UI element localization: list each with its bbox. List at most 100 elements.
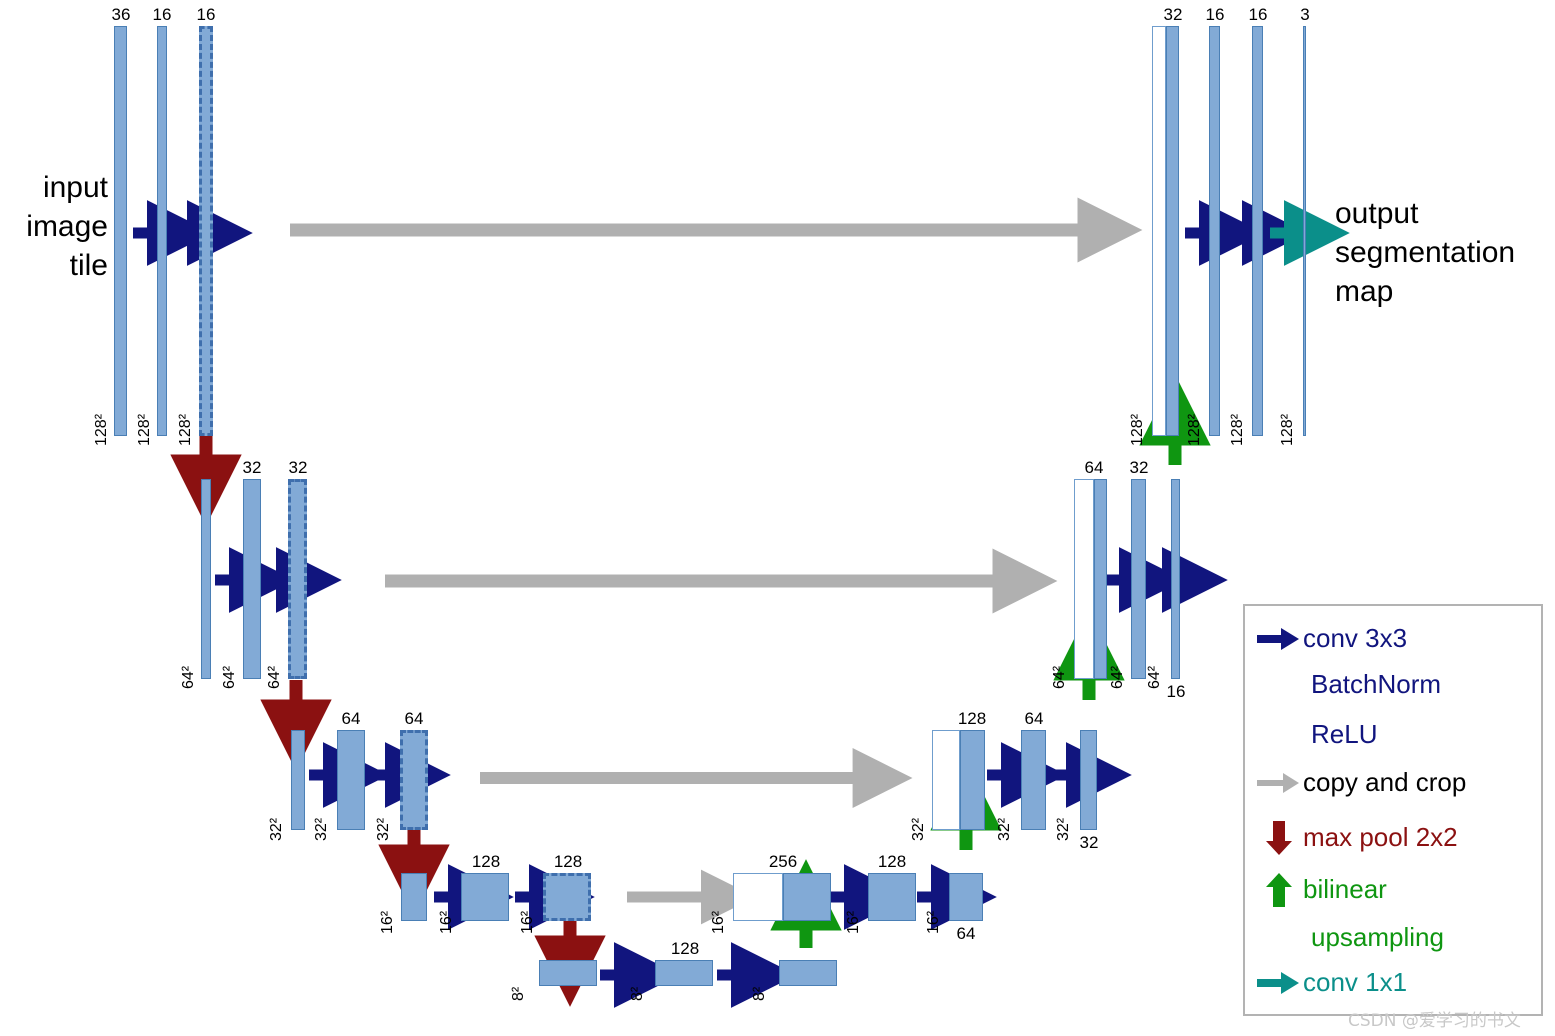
block-bot8-a-resolution: 8²: [510, 986, 527, 1001]
block-enc16-b-resolution: 16²: [438, 910, 455, 934]
legend-label-maxpool: max pool 2x2: [1303, 822, 1458, 853]
block-enc128-a-channels: 36: [111, 5, 131, 24]
block-dec128-b-resolution: 128²: [1186, 413, 1203, 446]
block-dec128-b-channels: 16: [1205, 5, 1225, 24]
block-enc64-b-resolution: 64²: [221, 665, 238, 689]
maxpool-arrow-icon: [1253, 821, 1303, 855]
legend-item-maxpool: max pool 2x2: [1253, 821, 1458, 855]
legend-panel: conv 3x3 BatchNorm ReLU copy and crop ma…: [1243, 604, 1543, 1016]
input-label-line1: input: [42, 171, 108, 204]
conv-arrow-icon: [1253, 622, 1303, 656]
output-segmentation-map-label: output segmentation map: [1335, 194, 1515, 311]
legend-item-conv1x1: conv 1x1: [1253, 966, 1407, 1000]
block-dec16-a-resolution: 16²: [710, 910, 727, 934]
block-enc16-c: [543, 873, 591, 921]
block-dec32-a-channels: 128: [957, 709, 987, 728]
block-enc32-a-resolution: 32²: [268, 817, 285, 841]
block-enc32-c-resolution: 32²: [375, 817, 392, 841]
block-enc64-a: [201, 479, 211, 679]
block-dec32-b: [1021, 730, 1046, 830]
block-dec128-b: [1209, 26, 1220, 436]
block-enc64-c-channels: 32: [288, 458, 308, 477]
block-enc32-b-channels: 64: [341, 709, 361, 728]
legend-label-conv1x1: conv 1x1: [1303, 967, 1408, 998]
block-dec128-c: [1252, 26, 1263, 436]
block-enc16-b: [461, 873, 509, 921]
legend-item-copy-crop: copy and crop: [1253, 766, 1466, 800]
block-enc32-b-resolution: 32²: [313, 817, 330, 841]
csdn-watermark: CSDN @爱学习的书文: [1348, 1011, 1521, 1031]
legend-label-conv3x3: conv 3x3: [1303, 623, 1408, 654]
block-enc16-a-resolution: 16²: [379, 910, 396, 934]
block-enc32-c-channels: 64: [404, 709, 424, 728]
block-enc64-c-resolution: 64²: [266, 665, 283, 689]
block-bot8-c-resolution: 8²: [751, 986, 768, 1001]
output-label-line3: map: [1335, 275, 1394, 308]
block-dec128-d-channels: 3: [1300, 5, 1310, 24]
block-dec32-a-resolution: 32²: [910, 817, 927, 841]
block-dec128-a-skip: [1152, 26, 1166, 436]
block-enc64-b: [243, 479, 261, 679]
block-enc128-a: [114, 26, 127, 436]
input-label-line2: image: [26, 210, 108, 243]
block-dec64-b-resolution: 64²: [1109, 665, 1126, 689]
block-bot8-b-channels: 128: [670, 939, 700, 958]
block-dec64-a-channels: 64: [1084, 458, 1104, 477]
block-enc64-b-channels: 32: [242, 458, 262, 477]
block-dec32-a-skip: [932, 730, 960, 830]
legend-item-conv3x3: conv 3x3: [1253, 622, 1407, 656]
output-label-line2: segmentation: [1335, 236, 1516, 269]
block-dec16-c-channels: 64: [956, 924, 976, 943]
legend-label-copy-crop: copy and crop: [1303, 767, 1467, 798]
block-dec64-b-channels: 32: [1129, 458, 1149, 477]
block-enc32-a: [291, 730, 305, 830]
block-dec64-b: [1131, 479, 1146, 679]
block-enc64-a-resolution: 64²: [180, 665, 197, 689]
block-dec16-b-resolution: 16²: [845, 910, 862, 934]
block-dec128-a-resolution: 128²: [1129, 413, 1146, 446]
block-bot8-a: [539, 960, 597, 986]
block-enc128-b: [157, 26, 167, 436]
block-dec128-c-channels: 16: [1248, 5, 1268, 24]
block-enc128-b-resolution: 128²: [136, 413, 153, 446]
block-bot8-b: [655, 960, 713, 986]
block-dec128-a-channels: 32: [1163, 5, 1183, 24]
block-enc64-c: [288, 479, 307, 679]
block-enc128-b-channels: 16: [152, 5, 172, 24]
legend-item-upsampling: bilinear: [1253, 873, 1387, 907]
block-enc128-c-resolution: 128²: [177, 413, 194, 446]
legend-label-batchnorm: BatchNorm: [1311, 669, 1442, 699]
block-dec32-a: [960, 730, 985, 830]
output-label-line1: output: [1335, 197, 1419, 230]
block-bot8-b-resolution: 8²: [629, 986, 646, 1001]
copy-crop-arrow-icon: [1253, 766, 1303, 800]
block-dec32-c-channels: 32: [1079, 833, 1099, 852]
legend-label-relu: ReLU: [1311, 719, 1378, 749]
block-dec128-d: [1303, 26, 1306, 436]
block-dec16-b-channels: 128: [877, 852, 907, 871]
block-dec128-a: [1166, 26, 1179, 436]
block-dec16-c-resolution: 16²: [925, 910, 942, 934]
block-dec32-b-channels: 64: [1024, 709, 1044, 728]
input-image-tile-label: input image tile: [0, 168, 108, 285]
block-dec32-b-resolution: 32²: [996, 817, 1013, 841]
block-dec32-c-resolution: 32²: [1055, 817, 1072, 841]
block-enc128-a-resolution: 128²: [93, 413, 110, 446]
block-dec64-a-resolution: 64²: [1051, 665, 1068, 689]
block-enc16-a: [401, 873, 427, 921]
block-dec16-a-skip: [733, 873, 783, 921]
block-enc16-b-channels: 128: [471, 852, 501, 871]
block-dec16-a: [783, 873, 831, 921]
block-enc128-c: [199, 26, 213, 436]
block-dec16-a-channels: 256: [768, 852, 798, 871]
block-dec16-c: [949, 873, 983, 921]
block-dec64-a: [1094, 479, 1107, 679]
block-enc16-c-resolution: 16²: [519, 910, 536, 934]
block-dec128-d-resolution: 128²: [1279, 413, 1296, 446]
block-bot8-c: [779, 960, 837, 986]
upsample-arrow-icon: [1253, 873, 1303, 907]
block-dec64-c: [1171, 479, 1180, 679]
unet-diagram-canvas: 36 128² 16 128² 16 128² input image tile…: [0, 0, 1555, 1036]
block-enc16-c-channels: 128: [553, 852, 583, 871]
conv1x1-arrow-icon: [1253, 966, 1303, 1000]
